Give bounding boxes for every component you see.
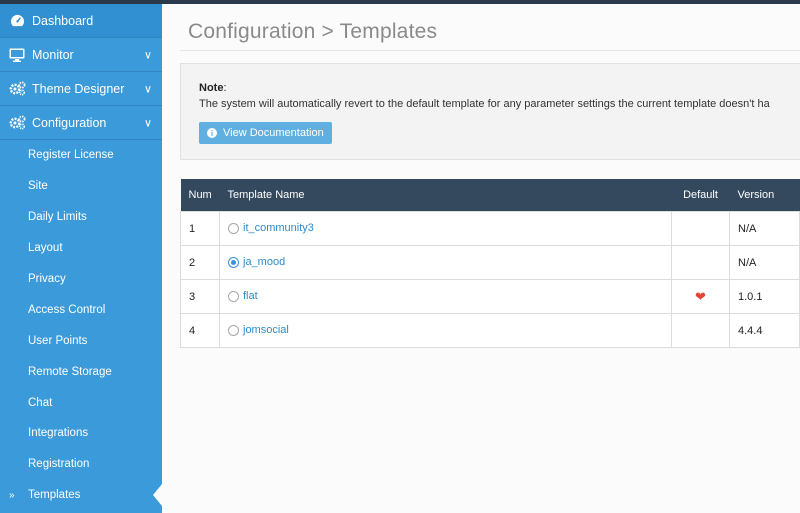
template-link[interactable]: it_community3 bbox=[243, 223, 314, 235]
row-default bbox=[671, 211, 730, 246]
sidebar-subitem-label: User Points bbox=[28, 334, 88, 347]
sidebar-item-label: Monitor bbox=[32, 47, 74, 62]
row-num: 4 bbox=[180, 313, 220, 348]
note-heading-label: Note bbox=[199, 82, 224, 94]
template-link[interactable]: flat bbox=[243, 291, 258, 303]
sidebar-subitem-remote-storage[interactable]: Remote Storage bbox=[0, 356, 162, 387]
sidebar-subitem-layout[interactable]: Layout bbox=[0, 233, 162, 264]
note-panel: Note: The system will automatically reve… bbox=[180, 63, 800, 160]
table-row: 3 flat ❤ 1.0.1 bbox=[180, 279, 800, 314]
row-num: 3 bbox=[180, 279, 220, 314]
sidebar-subitem-templates[interactable]: » Templates bbox=[0, 480, 162, 511]
sidebar-subitem-label: Remote Storage bbox=[28, 365, 112, 378]
row-version: N/A bbox=[729, 211, 800, 246]
row-num: 2 bbox=[180, 245, 220, 280]
sidebar-subitem-register-license[interactable]: Register License bbox=[0, 140, 162, 171]
table-row: 2 ja_mood N/A bbox=[180, 245, 800, 280]
dashboard-icon bbox=[6, 14, 28, 27]
template-radio[interactable] bbox=[228, 223, 239, 235]
gears-icon bbox=[6, 115, 28, 130]
sidebar-subitem-registration[interactable]: Registration bbox=[0, 449, 162, 480]
row-template-name: ja_mood bbox=[219, 245, 672, 280]
sidebar-item-monitor[interactable]: Monitor ∨ bbox=[0, 38, 162, 72]
sidebar-item-label: Theme Designer bbox=[32, 81, 125, 96]
sidebar-subitem-user-points[interactable]: User Points bbox=[0, 325, 162, 356]
note-text: The system will automatically revert to … bbox=[199, 98, 770, 110]
row-template-name: it_community3 bbox=[219, 211, 672, 246]
sidebar-subitem-label: Registration bbox=[28, 458, 90, 471]
active-marker-icon: » bbox=[9, 489, 15, 501]
title-divider bbox=[180, 50, 800, 51]
sidebar-subitem-label: Site bbox=[28, 180, 48, 193]
page-title: Configuration > Templates bbox=[188, 20, 438, 43]
sidebar-subitem-privacy[interactable]: Privacy bbox=[0, 264, 162, 295]
sidebar-subitem-integrations[interactable]: Integrations bbox=[0, 418, 162, 449]
template-link[interactable]: jomsocial bbox=[243, 325, 289, 337]
sidebar-subitem-label: Layout bbox=[28, 242, 63, 255]
table-header-row: Num Template Name Default Version bbox=[180, 179, 800, 212]
sidebar-subitem-site[interactable]: Site bbox=[0, 171, 162, 202]
row-template-name: jomsocial bbox=[219, 313, 672, 348]
row-template-name: flat bbox=[219, 279, 672, 314]
active-indicator bbox=[153, 484, 162, 507]
row-version: 4.4.4 bbox=[729, 313, 800, 348]
sidebar-subitem-label: Daily Limits bbox=[28, 211, 87, 224]
sidebar-subitem-access-control[interactable]: Access Control bbox=[0, 294, 162, 325]
template-radio-selected[interactable] bbox=[228, 257, 239, 269]
row-num: 1 bbox=[180, 211, 220, 246]
chevron-down-icon[interactable]: ∨ bbox=[144, 116, 152, 129]
sidebar-subitem-chat[interactable]: Chat bbox=[0, 387, 162, 418]
sidebar-subitem-label: Register License bbox=[28, 149, 114, 162]
chevron-down-icon[interactable]: ∨ bbox=[144, 82, 152, 95]
sidebar-item-label: Dashboard bbox=[32, 13, 94, 28]
sidebar-subitem-label: Access Control bbox=[28, 303, 106, 316]
heart-icon: ❤ bbox=[695, 288, 706, 304]
note-heading-colon: : bbox=[223, 82, 227, 94]
template-radio[interactable] bbox=[228, 291, 239, 303]
view-documentation-button[interactable]: i View Documentation bbox=[199, 122, 332, 144]
table-row: 4 jomsocial 4.4.4 bbox=[180, 313, 800, 348]
templates-table: Num Template Name Default Version 1 it_c… bbox=[180, 179, 800, 348]
row-default bbox=[671, 313, 730, 348]
row-version: N/A bbox=[729, 245, 800, 280]
info-icon: i bbox=[207, 128, 217, 138]
sidebar-subitem-label: Chat bbox=[28, 396, 53, 409]
row-default bbox=[671, 245, 730, 280]
row-default: ❤ bbox=[671, 279, 730, 314]
view-documentation-label: View Documentation bbox=[223, 127, 324, 139]
sidebar-item-dashboard[interactable]: Dashboard bbox=[0, 4, 162, 38]
chevron-down-icon[interactable]: ∨ bbox=[144, 48, 152, 61]
sidebar-subitem-label: Privacy bbox=[28, 273, 66, 285]
sidebar-subitem-daily-limits[interactable]: Daily Limits bbox=[0, 202, 162, 233]
template-radio[interactable] bbox=[228, 325, 239, 337]
template-link[interactable]: ja_mood bbox=[243, 257, 285, 269]
gears-icon bbox=[6, 81, 28, 96]
note-heading: Note: bbox=[199, 82, 227, 94]
column-header-num: Num bbox=[180, 179, 220, 212]
column-header-version: Version bbox=[729, 179, 800, 212]
column-header-template-name: Template Name bbox=[219, 179, 672, 212]
sidebar-item-label: Configuration bbox=[32, 115, 107, 130]
monitor-icon bbox=[6, 48, 28, 62]
main-content: Configuration > Templates Note: The syst… bbox=[162, 4, 800, 513]
column-header-default: Default bbox=[671, 179, 730, 212]
sidebar-item-theme-designer[interactable]: Theme Designer ∨ bbox=[0, 72, 162, 106]
row-version: 1.0.1 bbox=[729, 279, 800, 314]
sidebar-subitem-label: Integrations bbox=[28, 427, 89, 440]
table-row: 1 it_community3 N/A bbox=[180, 211, 800, 246]
sidebar-item-configuration[interactable]: Configuration ∨ bbox=[0, 106, 162, 140]
sidebar: Dashboard Monitor ∨ Theme Designer ∨ Con… bbox=[0, 4, 162, 513]
sidebar-subitem-label: Templates bbox=[28, 489, 81, 502]
